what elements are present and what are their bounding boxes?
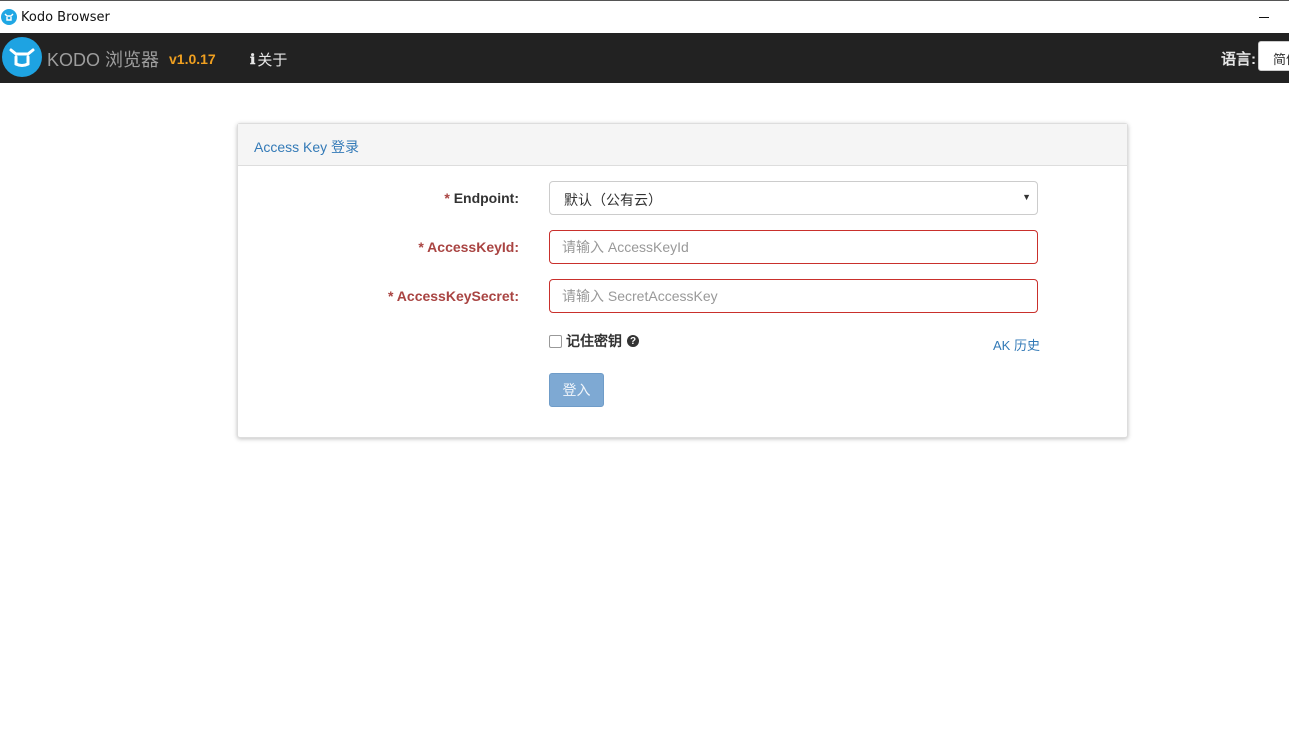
question-circle-icon[interactable]: ?	[627, 335, 639, 347]
ak-history-link[interactable]: AK 历史	[993, 335, 1040, 354]
window-title: Kodo Browser	[21, 10, 110, 25]
about-label: 关于	[257, 52, 288, 69]
chevron-down-icon: ▼	[1022, 192, 1031, 202]
language-select[interactable]: 简体中文	[1258, 41, 1289, 71]
access-key-id-label: * AccessKeyId:	[418, 239, 519, 255]
window-titlebar: Kodo Browser	[0, 0, 1289, 33]
access-key-id-label-text: AccessKeyId:	[427, 239, 519, 255]
version-label: v1.0.17	[169, 51, 216, 67]
access-key-secret-input[interactable]	[549, 279, 1038, 313]
about-link[interactable]: ℹ 关于	[250, 49, 287, 70]
info-icon: ℹ	[250, 51, 256, 68]
endpoint-select[interactable]: 默认（公有云） ▼	[549, 181, 1038, 215]
endpoint-label-text: Endpoint:	[453, 190, 519, 206]
panel-heading: Access Key 登录	[238, 124, 1127, 166]
endpoint-label: * Endpoint:	[444, 190, 519, 206]
access-key-id-input[interactable]	[549, 230, 1038, 264]
kodo-app-icon	[1, 9, 17, 25]
kodo-logo-icon	[2, 37, 42, 77]
access-key-secret-label-text: AccessKeySecret:	[396, 288, 519, 304]
remember-key-checkbox[interactable]	[549, 334, 562, 348]
minimize-icon	[1259, 16, 1269, 18]
language-label: 语言:	[1221, 51, 1256, 68]
required-mark: *	[418, 239, 424, 255]
endpoint-selected-value: 默认（公有云）	[564, 192, 662, 208]
app-navbar: KODO 浏览器 v1.0.17 ℹ 关于 语言: 简体中文	[0, 33, 1289, 83]
brand-name[interactable]: KODO 浏览器	[47, 46, 159, 72]
login-panel: Access Key 登录 * Endpoint: 默认（公有云） ▼ * Ac…	[237, 123, 1128, 438]
login-button[interactable]: 登入	[549, 373, 604, 407]
required-mark: *	[387, 288, 394, 304]
remember-key-label[interactable]: 记住密钥	[566, 331, 622, 351]
access-key-secret-label: * AccessKeySecret:	[388, 288, 519, 304]
required-mark: *	[444, 190, 450, 206]
remember-key-row: 记住密钥 ?	[549, 331, 639, 351]
minimize-button[interactable]	[1244, 3, 1284, 31]
